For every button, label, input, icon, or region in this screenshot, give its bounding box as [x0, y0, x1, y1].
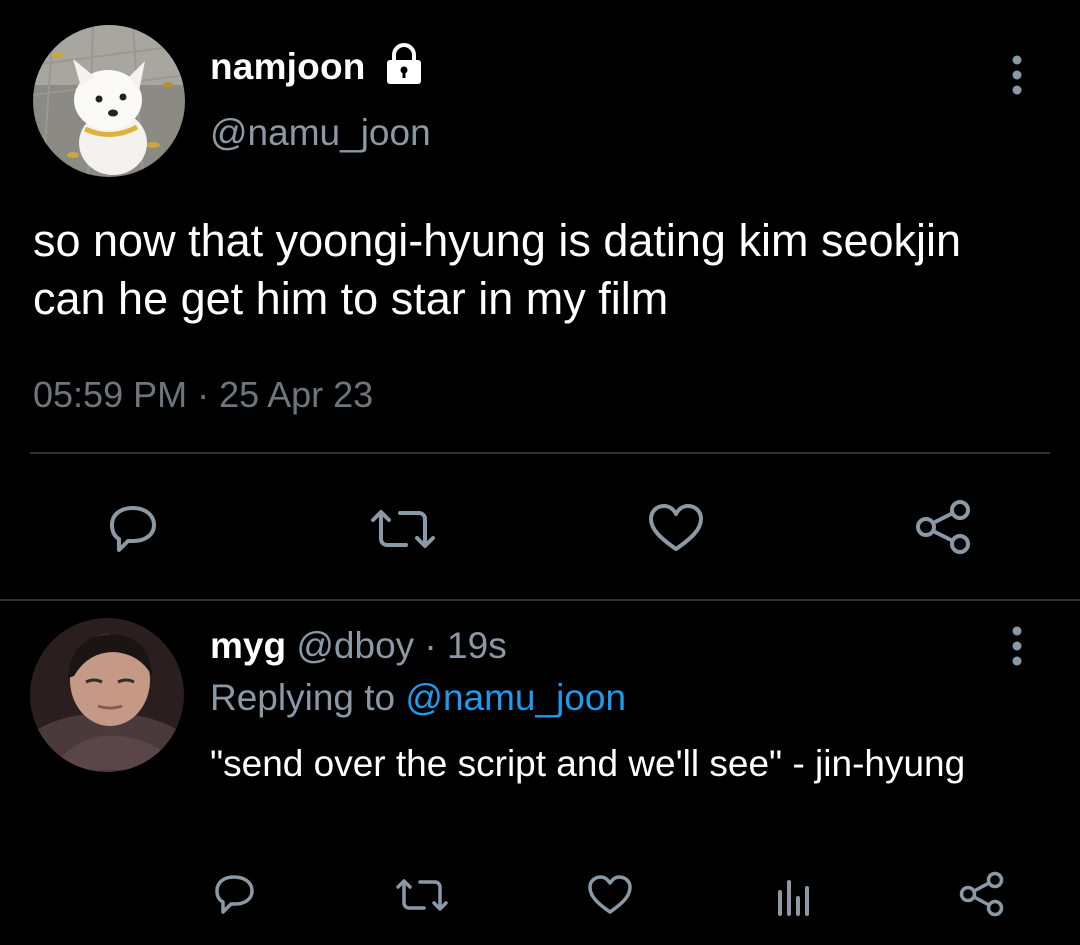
reply-icon[interactable] [212, 872, 258, 916]
reply-display-name[interactable]: myg [210, 625, 286, 666]
avatar[interactable] [33, 25, 185, 177]
timestamp[interactable]: 05:59 PM · 25 Apr 23 [33, 374, 373, 416]
more-options-icon[interactable] [1000, 626, 1034, 666]
analytics-icon[interactable] [772, 874, 816, 916]
reply-icon[interactable] [104, 502, 162, 556]
more-options-icon[interactable] [1000, 55, 1034, 95]
avatar-dog-image [33, 25, 185, 177]
tweet-text: so now that yoongi-hyung is dating kim s… [33, 215, 962, 324]
reply-header: myg @dboy · 19s [210, 625, 507, 667]
lock-icon [382, 42, 426, 86]
handle[interactable]: @namu_joon [210, 112, 431, 154]
replying-label: Replying to [210, 677, 406, 718]
share-icon[interactable] [958, 871, 1006, 917]
mention-link[interactable]: @namu_joon [405, 677, 626, 718]
avatar[interactable] [30, 618, 184, 772]
display-name[interactable]: namjoon [210, 46, 366, 88]
replying-to: Replying to @namu_joon [210, 677, 626, 719]
like-icon[interactable] [586, 873, 634, 917]
avatar-person-image [30, 618, 184, 772]
retweet-icon[interactable] [368, 505, 438, 553]
reply-handle[interactable]: @dboy [296, 625, 414, 666]
retweet-icon[interactable] [394, 875, 450, 915]
reply-time[interactable]: 19s [447, 625, 507, 666]
divider [0, 599, 1080, 601]
divider [30, 452, 1050, 454]
like-icon[interactable] [646, 502, 706, 554]
reply-text: "send over the script and we'll see" - j… [210, 743, 966, 784]
main-tweet: namjoon @namu_joon so now that yoongi-hy… [0, 0, 1080, 600]
reply-separator: · [414, 625, 448, 666]
share-icon[interactable] [914, 499, 974, 555]
